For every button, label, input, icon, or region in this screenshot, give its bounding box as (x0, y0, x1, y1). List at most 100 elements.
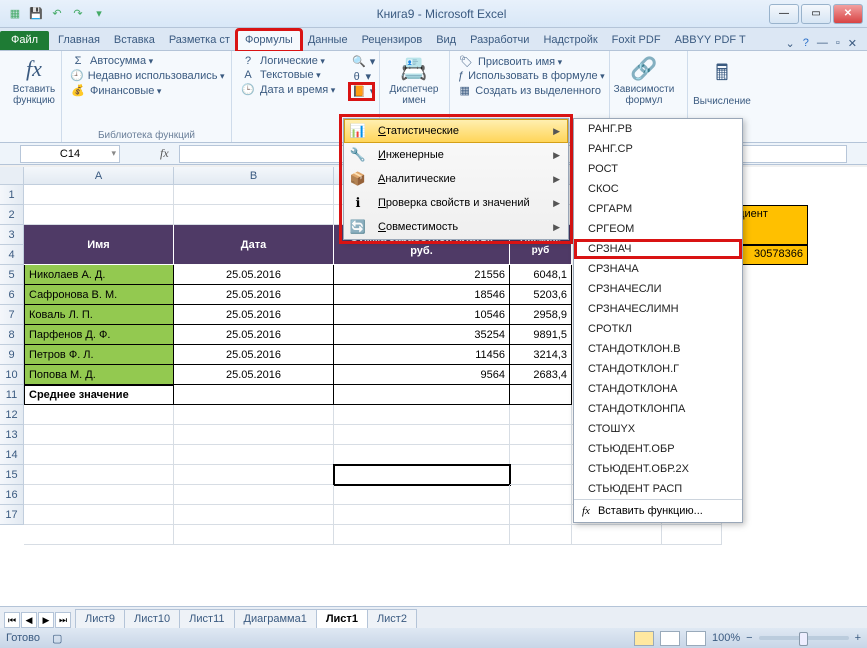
doc-close-icon[interactable]: ✕ (848, 37, 857, 50)
tab-formulas[interactable]: Формулы (237, 30, 301, 51)
sheet-tab[interactable]: Лист9 (75, 609, 125, 628)
row-header-10[interactable]: 10 (0, 365, 24, 385)
row-header-9[interactable]: 9 (0, 345, 24, 365)
autosum-button[interactable]: ΣАвтосумма (68, 54, 225, 68)
assign-name-button[interactable]: 🏷Присвоить имя (456, 54, 603, 69)
cell[interactable]: 9891,5 (510, 325, 572, 345)
cell[interactable] (334, 425, 510, 445)
cell[interactable] (24, 505, 174, 525)
close-button[interactable]: ✕ (833, 4, 863, 24)
cell[interactable]: 25.05.2016 (174, 345, 334, 365)
select-all-corner[interactable] (0, 167, 24, 185)
cell[interactable] (334, 505, 510, 525)
cell[interactable] (510, 465, 572, 485)
lookup-button[interactable]: 🔍▾ (350, 54, 373, 69)
cell[interactable] (334, 405, 510, 425)
more-functions-button[interactable]: 📙▾ (350, 84, 373, 99)
row-header-3[interactable]: 3 (0, 225, 24, 245)
cell[interactable]: 10546 (334, 305, 510, 325)
tab-abbyy[interactable]: ABBYY PDF T (668, 31, 753, 50)
tab-insert[interactable]: Вставка (107, 31, 162, 50)
cell[interactable] (174, 425, 334, 445)
cell[interactable]: Попова М. Д. (24, 365, 174, 385)
cell[interactable]: 25.05.2016 (174, 265, 334, 285)
financial-button[interactable]: 💰Финансовые (68, 83, 225, 98)
sheet-tab[interactable]: Диаграмма1 (234, 609, 317, 628)
row-header-5[interactable]: 5 (0, 265, 24, 285)
function-item[interactable]: СТЬЮДЕНТ.ОБР.2Х (574, 459, 742, 479)
cell[interactable] (174, 185, 334, 205)
cell[interactable]: 25.05.2016 (174, 365, 334, 385)
cell[interactable] (174, 505, 334, 525)
cell[interactable] (510, 425, 572, 445)
zoom-level[interactable]: 100% (712, 632, 740, 644)
cell[interactable]: 25.05.2016 (174, 285, 334, 305)
cell[interactable] (24, 485, 174, 505)
cell[interactable]: 2958,9 (510, 305, 572, 325)
tab-layout[interactable]: Разметка ст (162, 31, 237, 50)
cell[interactable] (510, 445, 572, 465)
cell[interactable] (510, 525, 572, 545)
cell[interactable]: Парфенов Д. Ф. (24, 325, 174, 345)
insert-function-button[interactable]: fx Вставить функцию (6, 54, 62, 108)
cell[interactable] (174, 485, 334, 505)
cell[interactable] (334, 485, 510, 505)
cell[interactable]: 11456 (334, 345, 510, 365)
cell[interactable] (510, 385, 572, 405)
cell[interactable]: Дата (174, 225, 334, 265)
tab-home[interactable]: Главная (51, 31, 107, 50)
sheet-nav-last-icon[interactable]: ⏭ (55, 612, 71, 628)
function-item[interactable]: СРЗНАЧЕСЛИ (574, 279, 742, 299)
name-manager-button[interactable]: 📇 Диспетчер имен (386, 54, 442, 108)
row-header-6[interactable]: 6 (0, 285, 24, 305)
page-layout-view-button[interactable] (660, 631, 680, 646)
page-break-view-button[interactable] (686, 631, 706, 646)
cell[interactable] (174, 465, 334, 485)
tab-view[interactable]: Вид (429, 31, 463, 50)
tab-developer[interactable]: Разработчи (463, 31, 536, 50)
use-in-formula-button[interactable]: ƒИспользовать в формуле (456, 69, 603, 83)
row-header-17[interactable]: 17 (0, 505, 24, 525)
doc-restore-icon[interactable]: ▫ (836, 37, 840, 50)
function-item[interactable]: СРГЕОМ (574, 219, 742, 239)
row-header-12[interactable]: 12 (0, 405, 24, 425)
cell[interactable] (174, 525, 334, 545)
cell[interactable] (510, 505, 572, 525)
recent-button[interactable]: 🕘Недавно использовались (68, 68, 225, 83)
submenu-item-0[interactable]: 📊Статистические▶ (344, 119, 568, 143)
function-item[interactable]: РОСТ (574, 159, 742, 179)
function-item[interactable]: РАНГ.РВ (574, 119, 742, 139)
macro-record-icon[interactable]: ▢ (52, 632, 62, 645)
tab-data[interactable]: Данные (301, 31, 355, 50)
cell[interactable] (174, 205, 334, 225)
function-item[interactable]: РАНГ.СР (574, 139, 742, 159)
formula-deps-button[interactable]: 🔗 Зависимости формул (616, 54, 672, 108)
function-item[interactable]: СТАНДОТКЛОН.Г (574, 359, 742, 379)
datetime-button[interactable]: 🕒Дата и время (238, 82, 338, 97)
maximize-button[interactable]: ▭ (801, 4, 831, 24)
cell[interactable] (24, 465, 174, 485)
normal-view-button[interactable] (634, 631, 654, 646)
cell[interactable] (334, 385, 510, 405)
cell[interactable] (24, 205, 174, 225)
function-item[interactable]: СТАНДОТКЛОНА (574, 379, 742, 399)
cell[interactable]: 6048,1 (510, 265, 572, 285)
sheet-tab[interactable]: Лист1 (316, 609, 368, 628)
cell[interactable] (174, 405, 334, 425)
row-header-11[interactable]: 11 (0, 385, 24, 405)
cell[interactable] (572, 525, 662, 545)
cell[interactable]: 2683,4 (510, 365, 572, 385)
tab-review[interactable]: Рецензиров (355, 31, 430, 50)
sheet-nav-prev-icon[interactable]: ◀ (21, 612, 37, 628)
tab-foxit[interactable]: Foxit PDF (605, 31, 668, 50)
cell[interactable]: 3214,3 (510, 345, 572, 365)
function-item[interactable]: СТЬЮДЕНТ РАСП (574, 479, 742, 499)
qat-more-icon[interactable]: ▾ (90, 5, 108, 23)
math-button[interactable]: θ▾ (350, 69, 373, 84)
cell[interactable] (24, 445, 174, 465)
file-tab[interactable]: Файл (0, 31, 49, 50)
function-item[interactable]: СТАНДОТКЛОН.В (574, 339, 742, 359)
cell[interactable]: 9564 (334, 365, 510, 385)
save-icon[interactable]: 💾 (27, 5, 45, 23)
row-header-13[interactable]: 13 (0, 425, 24, 445)
